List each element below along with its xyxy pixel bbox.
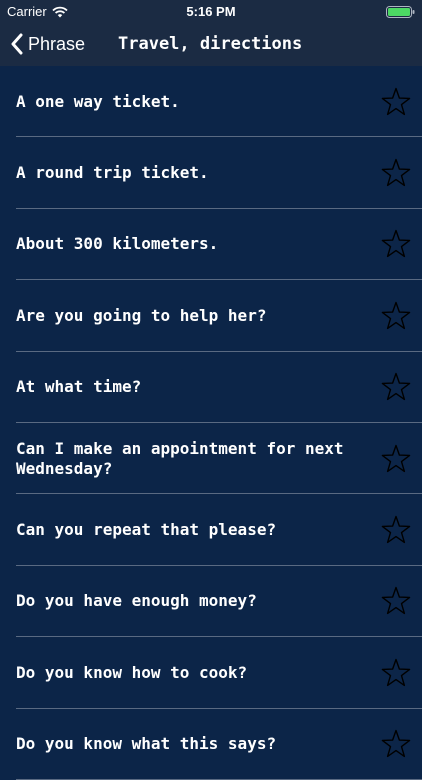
star-outline-icon	[381, 587, 411, 615]
status-bar: Carrier 5:16 PM	[0, 0, 422, 22]
favorite-button[interactable]	[380, 514, 412, 546]
back-label: Phrase	[28, 33, 86, 54]
back-button[interactable]: Phrase	[10, 22, 85, 66]
chevron-left-icon	[11, 33, 23, 55]
favorite-button[interactable]	[380, 86, 412, 118]
star-outline-icon	[381, 230, 411, 258]
phrase-row[interactable]: About 300 kilometers.	[0, 209, 422, 281]
phrase-row[interactable]: Do you know what this says?	[0, 709, 422, 780]
star-outline-icon	[381, 373, 411, 401]
phrase-row[interactable]: Can I make an appointment for next Wedne…	[0, 423, 422, 495]
phrase-list: A one way ticket. A round trip ticket. A…	[0, 66, 422, 780]
status-time: 5:16 PM	[186, 4, 236, 19]
favorite-button[interactable]	[380, 657, 412, 689]
phrase-row[interactable]: Are you going to help her?	[0, 280, 422, 352]
favorite-button[interactable]	[380, 157, 412, 189]
star-outline-icon	[381, 158, 411, 187]
phrase-row[interactable]: At what time?	[0, 352, 422, 424]
phrase-text: A one way ticket.	[16, 91, 180, 111]
top-bar: Carrier 5:16 PM Phrase Travel, direction…	[0, 0, 422, 66]
star-outline-icon	[381, 87, 411, 115]
page-title: Travel, directions	[118, 34, 303, 54]
favorite-button[interactable]	[380, 300, 412, 332]
phrase-text: A round trip ticket.	[16, 163, 209, 183]
phrase-text: Do you know how to cook?	[16, 662, 248, 682]
phrase-row[interactable]: A one way ticket.	[0, 66, 422, 138]
star-outline-icon	[381, 658, 411, 686]
star-outline-icon	[381, 515, 411, 544]
navigation-bar: Phrase Travel, directions	[0, 22, 422, 66]
phrase-text: Can I make an appointment for next Wedne…	[16, 438, 344, 478]
phrase-text: Do you have enough money?	[16, 591, 257, 611]
phrase-row[interactable]: Do you have enough money?	[0, 566, 422, 638]
star-outline-icon	[381, 444, 411, 472]
favorite-button[interactable]	[380, 443, 412, 475]
phrase-text: At what time?	[16, 377, 142, 397]
phrase-row[interactable]: Do you know how to cook?	[0, 637, 422, 709]
phrase-text: About 300 kilometers.	[16, 234, 219, 254]
phrase-text: Are you going to help her?	[16, 305, 267, 325]
favorite-button[interactable]	[380, 371, 412, 403]
favorite-button[interactable]	[380, 728, 412, 760]
favorite-button[interactable]	[380, 228, 412, 260]
phrase-row[interactable]: A round trip ticket.	[0, 137, 422, 210]
star-outline-icon	[381, 301, 411, 329]
battery-icon	[386, 6, 415, 18]
star-outline-icon	[381, 730, 411, 758]
favorite-button[interactable]	[380, 585, 412, 617]
phrase-row[interactable]: Can you repeat that please?	[0, 494, 422, 567]
phrase-text: Can you repeat that please?	[16, 520, 277, 540]
phrase-text: Do you know what this says?	[16, 734, 277, 754]
